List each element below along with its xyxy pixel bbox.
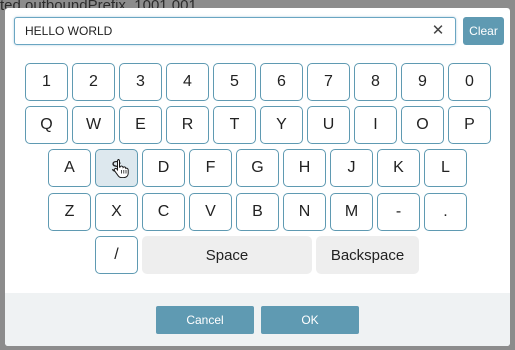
key-2[interactable]: 2 (72, 63, 115, 101)
backspace-key[interactable]: Backspace (316, 236, 419, 274)
key-hyphen[interactable]: - (377, 193, 420, 231)
key-w[interactable]: W (72, 106, 115, 144)
key-z[interactable]: Z (48, 193, 91, 231)
key-e[interactable]: E (119, 106, 162, 144)
key-5[interactable]: 5 (213, 63, 256, 101)
key-r[interactable]: R (166, 106, 209, 144)
key-4[interactable]: 4 (166, 63, 209, 101)
key-n[interactable]: N (283, 193, 326, 231)
key-8[interactable]: 8 (354, 63, 397, 101)
key-d[interactable]: D (142, 149, 185, 187)
text-input[interactable] (15, 18, 415, 44)
key-u[interactable]: U (307, 106, 350, 144)
key-1[interactable]: 1 (25, 63, 68, 101)
space-key[interactable]: Space (142, 236, 312, 274)
key-y[interactable]: Y (260, 106, 303, 144)
ok-button[interactable]: OK (261, 306, 359, 334)
key-j[interactable]: J (330, 149, 373, 187)
clear-button[interactable]: Clear (463, 17, 504, 45)
key-t[interactable]: T (213, 106, 256, 144)
key-c[interactable]: C (142, 193, 185, 231)
key-q[interactable]: Q (25, 106, 68, 144)
dialog-footer: Cancel OK (5, 293, 510, 346)
key-k[interactable]: K (377, 149, 420, 187)
key-v[interactable]: V (189, 193, 232, 231)
key-6[interactable]: 6 (260, 63, 303, 101)
key-m[interactable]: M (330, 193, 373, 231)
close-icon[interactable]: ✕ (430, 21, 446, 41)
key-l[interactable]: L (424, 149, 467, 187)
key-9[interactable]: 9 (401, 63, 444, 101)
key-slash[interactable]: / (95, 236, 138, 274)
key-s[interactable]: S (95, 149, 138, 187)
key-o[interactable]: O (401, 106, 444, 144)
key-g[interactable]: G (236, 149, 279, 187)
key-a[interactable]: A (48, 149, 91, 187)
key-i[interactable]: I (354, 106, 397, 144)
key-x[interactable]: X (95, 193, 138, 231)
key-period[interactable]: . (424, 193, 467, 231)
text-input-wrapper: ✕ (14, 17, 456, 45)
key-p[interactable]: P (448, 106, 491, 144)
key-f[interactable]: F (189, 149, 232, 187)
cancel-button[interactable]: Cancel (156, 306, 254, 334)
key-3[interactable]: 3 (119, 63, 162, 101)
key-h[interactable]: H (283, 149, 326, 187)
key-7[interactable]: 7 (307, 63, 350, 101)
keyboard-dialog: ✕ Clear 1 2 3 4 5 6 7 8 9 0 Q W E R T Y … (5, 8, 510, 346)
key-0[interactable]: 0 (448, 63, 491, 101)
key-b[interactable]: B (236, 193, 279, 231)
